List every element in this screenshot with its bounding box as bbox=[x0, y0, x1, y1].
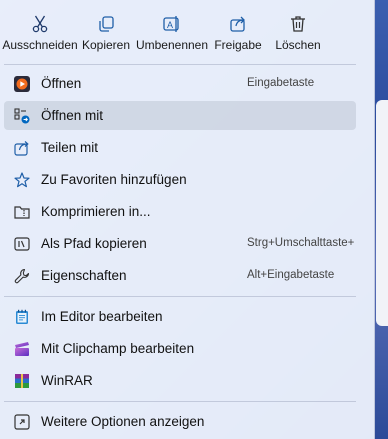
share-icon bbox=[14, 141, 29, 156]
svg-text:A: A bbox=[167, 20, 173, 30]
menu-item-label: Zu Favoriten hinzufügen bbox=[41, 172, 187, 187]
cut-button[interactable]: Ausschneiden bbox=[2, 10, 78, 58]
menu-item-add-favorites[interactable]: Zu Favoriten hinzufügen bbox=[4, 165, 356, 194]
star-icon bbox=[14, 172, 30, 188]
context-menu-toolbar: Ausschneiden Kopieren A Umbenennen Freig… bbox=[0, 0, 374, 60]
menu-item-edit-notepad[interactable]: Im Editor bearbeiten bbox=[4, 302, 356, 331]
rename-icon: A bbox=[163, 16, 179, 32]
menu-item-label: Komprimieren in... bbox=[41, 204, 151, 219]
winrar-icon bbox=[15, 374, 29, 388]
wrench-icon bbox=[14, 268, 30, 284]
more-options-icon bbox=[14, 414, 30, 430]
background-window-edge bbox=[376, 100, 388, 326]
copy-icon bbox=[99, 16, 114, 32]
cut-label: Ausschneiden bbox=[2, 38, 78, 52]
menu-item-shortcut: Eingabetaste bbox=[247, 77, 315, 89]
menu-item-winrar[interactable]: WinRAR bbox=[4, 366, 356, 395]
menu-item-label: Öffnen mit bbox=[41, 108, 104, 123]
copy-path-icon bbox=[14, 237, 30, 251]
context-menu: Ausschneiden Kopieren A Umbenennen Freig… bbox=[0, 0, 375, 439]
menu-item-label: Öffnen bbox=[41, 76, 82, 91]
share-button[interactable]: Freigabe bbox=[212, 10, 264, 58]
delete-label: Löschen bbox=[275, 38, 321, 52]
menu-divider bbox=[4, 296, 356, 297]
menu-item-label: Teilen mit bbox=[41, 140, 99, 155]
menu-item-shortcut: Strg+Umschalttaste+ bbox=[247, 237, 355, 249]
menu-item-label: Eigenschaften bbox=[41, 268, 127, 283]
menu-item-label: Als Pfad kopieren bbox=[41, 236, 147, 251]
zip-folder-icon bbox=[14, 206, 30, 219]
menu-item-share-with[interactable]: Teilen mit bbox=[4, 133, 356, 162]
menu-item-edit-clipchamp[interactable]: Mit Clipchamp bearbeiten bbox=[4, 334, 356, 363]
trash-icon bbox=[291, 16, 305, 32]
share-label: Freigabe bbox=[214, 38, 262, 52]
share-icon bbox=[230, 16, 245, 32]
media-player-icon bbox=[14, 76, 30, 92]
menu-item-open[interactable]: Öffnen Eingabetaste bbox=[4, 69, 356, 98]
menu-item-more-options[interactable]: Weitere Optionen anzeigen bbox=[4, 407, 356, 436]
menu-item-label: Im Editor bearbeiten bbox=[41, 309, 163, 324]
menu-item-compress[interactable]: Komprimieren in... bbox=[4, 197, 356, 226]
menu-divider bbox=[4, 401, 356, 402]
notepad-icon bbox=[16, 309, 28, 324]
rename-button[interactable]: A Umbenennen bbox=[136, 10, 208, 58]
menu-item-label: Mit Clipchamp bearbeiten bbox=[41, 341, 195, 356]
delete-button[interactable]: Löschen bbox=[270, 10, 326, 58]
menu-item-copy-as-path[interactable]: Als Pfad kopieren Strg+Umschalttaste+ bbox=[4, 229, 356, 258]
menu-item-shortcut: Alt+Eingabetaste bbox=[247, 269, 335, 281]
menu-item-open-with[interactable]: Öffnen mit bbox=[4, 101, 356, 130]
menu-item-label: WinRAR bbox=[41, 373, 93, 388]
menu-item-properties[interactable]: Eigenschaften Alt+Eingabetaste bbox=[4, 261, 356, 290]
rename-label: Umbenennen bbox=[135, 38, 209, 52]
clipchamp-icon bbox=[15, 342, 29, 356]
open-with-icon bbox=[14, 108, 30, 124]
toolbar-divider bbox=[4, 64, 356, 65]
menu-item-label: Weitere Optionen anzeigen bbox=[41, 414, 205, 429]
copy-button[interactable]: Kopieren bbox=[80, 10, 132, 58]
copy-label: Kopieren bbox=[81, 38, 131, 52]
scissors-icon bbox=[32, 15, 48, 33]
